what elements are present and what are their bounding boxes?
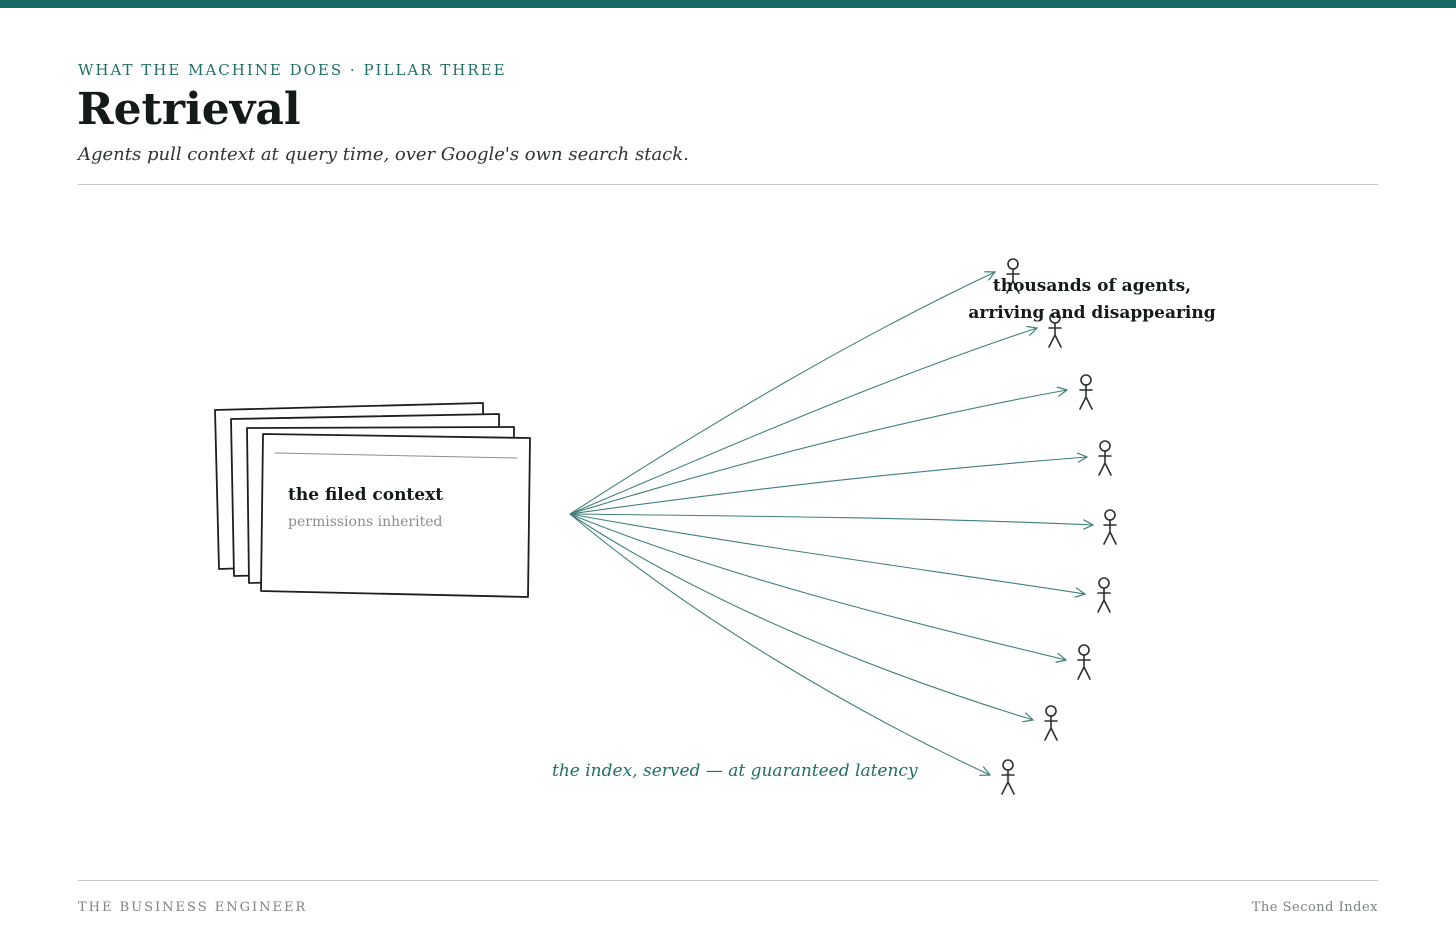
retrieval-arrow — [569, 390, 1067, 515]
retrieval-arrow — [569, 328, 1037, 515]
retrieval-arrow — [569, 513, 1085, 594]
agent-figure-icon — [1079, 374, 1093, 410]
document-stack: the filed context permissions inherited — [214, 402, 531, 598]
footer-brand: THE BUSINESS ENGINEER — [78, 900, 308, 915]
agents-label-line-2: arriving and disappearing — [968, 303, 1215, 323]
footer-divider — [78, 880, 1378, 881]
agent-figure-icon — [1103, 509, 1117, 545]
agent-figure-icon — [1044, 705, 1058, 741]
retrieval-arrow — [569, 513, 1066, 660]
index-caption: the index, served — at guaranteed latenc… — [552, 761, 918, 781]
retrieval-arrow — [569, 513, 1033, 720]
retrieval-arrow — [569, 513, 1093, 525]
footer-series-title: The Second Index — [1251, 900, 1378, 915]
agent-figure-icon — [1001, 759, 1015, 795]
agent-figure-icon — [1098, 440, 1112, 476]
retrieval-arrow — [569, 272, 995, 515]
agents-label-line-1: thousands of agents, — [993, 276, 1191, 296]
stack-title: the filed context — [288, 485, 443, 505]
retrieval-arrows — [569, 272, 1093, 775]
agents-group — [1001, 258, 1117, 795]
retrieval-arrow — [569, 457, 1087, 515]
stack-subtitle: permissions inherited — [288, 514, 442, 530]
agent-figure-icon — [1077, 644, 1091, 680]
agent-figure-icon — [1097, 577, 1111, 613]
retrieval-diagram: the filed context permissions inherited — [214, 258, 1216, 795]
